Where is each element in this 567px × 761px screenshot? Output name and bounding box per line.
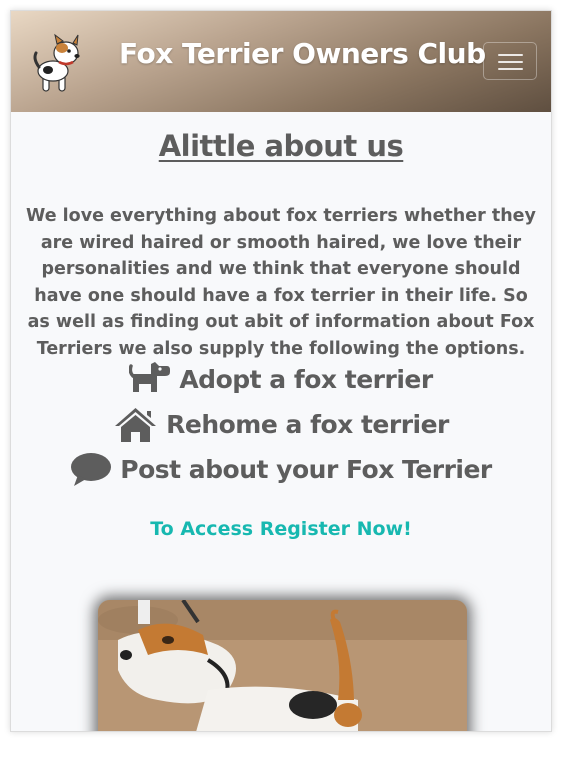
option-adopt-label: Adopt a fox terrier [179, 365, 433, 394]
option-rehome: Rehome a fox terrier [11, 402, 551, 447]
navbar: Fox Terrier Owners Club [11, 11, 551, 112]
option-rehome-label: Rehome a fox terrier [166, 410, 449, 439]
navbar-toggle-button[interactable] [483, 42, 537, 80]
comment-icon [71, 452, 112, 486]
page-frame: Fox Terrier Owners Club Alittle about us… [10, 10, 552, 732]
brand-title[interactable]: Fox Terrier Owners Club [119, 37, 486, 70]
home-icon [115, 407, 157, 442]
hamburger-line [498, 68, 523, 70]
hamburger-line [498, 61, 523, 63]
option-adopt: Adopt a fox terrier [11, 357, 551, 402]
dog-icon [129, 361, 171, 392]
fox-terrier-photo [98, 600, 467, 731]
fox-terrier-photo-drawing [98, 600, 467, 731]
options-list: Adopt a fox terrier Rehome a fox terrier… [11, 357, 551, 492]
hamburger-menu-icon [498, 54, 523, 56]
option-post-label: Post about your Fox Terrier [120, 455, 492, 484]
register-link[interactable]: To Access Register Now! [11, 518, 551, 540]
cartoon-fox-terrier-dog-icon[interactable] [29, 31, 85, 95]
about-intro-text: We love everything about fox terriers wh… [26, 206, 536, 359]
option-post: Post about your Fox Terrier [11, 447, 551, 492]
about-heading: Alittle about us [158, 129, 404, 163]
